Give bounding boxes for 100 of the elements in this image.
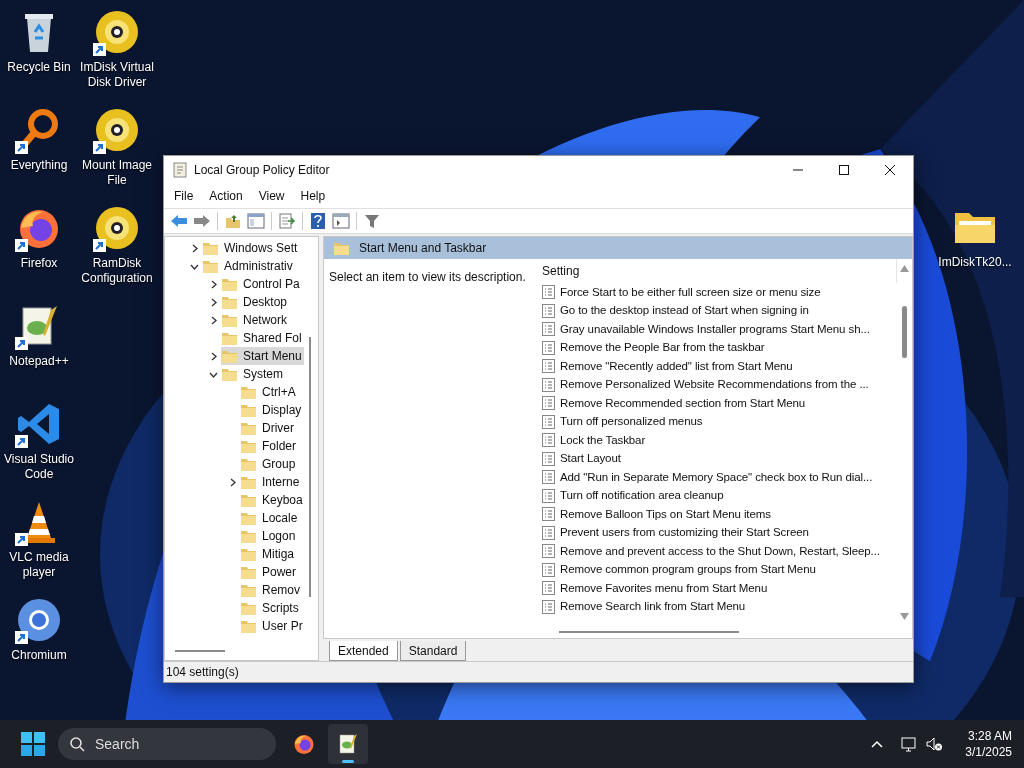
policy-setting-icon (542, 285, 555, 300)
menu-item[interactable]: Action (201, 187, 251, 205)
tree-item[interactable]: Start Menu (221, 347, 304, 365)
scrollbar-thumb[interactable] (559, 631, 739, 633)
tree-item[interactable]: Display (240, 401, 304, 419)
chevron-right-icon[interactable] (190, 243, 199, 253)
tree-item[interactable]: Desktop (221, 293, 290, 311)
chromium-icon (15, 596, 63, 644)
tree-item[interactable]: Network (221, 311, 289, 329)
menu-item[interactable]: File (166, 187, 202, 205)
menu-item[interactable]: View (250, 187, 293, 205)
tree-item[interactable]: Shared Fol (221, 329, 304, 347)
tree-item[interactable]: Interne (240, 473, 302, 491)
tree-item[interactable]: Scripts (240, 599, 301, 617)
desktop-icon-label[interactable]: Firefox (20, 256, 58, 271)
folder-icon (241, 421, 256, 435)
setting-row[interactable]: Go to the desktop instead of Start when signing in (542, 301, 897, 320)
start-button[interactable] (18, 729, 48, 759)
tree-item[interactable]: Ctrl+A (240, 383, 298, 401)
tree-item[interactable]: Administrativ (202, 257, 295, 275)
tree-item[interactable]: Remov (240, 581, 302, 599)
tree-item[interactable]: Group (240, 455, 298, 473)
desktop-icon-label[interactable]: Notepad++ (9, 354, 69, 369)
folder-icon (241, 565, 256, 579)
chevron-right-icon[interactable] (228, 477, 237, 487)
setting-row[interactable]: Remove Balloon Tips on Start Menu items (542, 505, 897, 524)
desktop-icon-label[interactable]: VLC media player (0, 550, 78, 580)
desktop-icon-label[interactable]: ImDisk Virtual Disk Driver (78, 60, 156, 90)
tree-item[interactable]: Folder (240, 437, 298, 455)
clock-date[interactable]: 3/1/2025 (965, 744, 1012, 760)
scrollbar-thumb[interactable] (902, 306, 907, 358)
chevron-right-icon[interactable] (209, 351, 218, 361)
taskbar-app[interactable] (328, 724, 368, 764)
folder-icon (241, 493, 256, 507)
policy-setting-icon (542, 488, 555, 503)
setting-row[interactable]: Remove "Recently added" list from Start Menu (542, 357, 897, 376)
network-icon[interactable] (901, 736, 919, 752)
policy-setting-icon (542, 377, 555, 392)
tree-item[interactable]: Logon (240, 527, 298, 545)
desktop-icon-label[interactable]: Chromium (11, 648, 67, 663)
show-tree-button[interactable] (245, 210, 267, 232)
desktop-icon-label[interactable]: ImDiskTk20... (938, 255, 1012, 270)
setting-row[interactable]: Remove Search link from Start Menu (542, 597, 897, 616)
policy-setting-icon (542, 562, 555, 577)
setting-row[interactable]: Remove common program groups from Start Menu (542, 560, 897, 579)
menu-item[interactable]: Help (292, 187, 334, 205)
folder-icon (222, 295, 237, 309)
setting-row[interactable]: Remove and prevent access to the Shut Down, Restart, Sleep... (542, 542, 897, 561)
setting-row[interactable]: Remove Favorites menu from Start Menu (542, 579, 897, 598)
setting-row[interactable]: Force Start to be either full screen size or menu size (542, 283, 897, 302)
scroll-up-icon[interactable] (900, 265, 909, 272)
desktop-icon-label[interactable]: Everything (10, 158, 68, 173)
folder-icon (241, 529, 256, 543)
column-header[interactable]: Setting (542, 262, 580, 280)
desktop-icon-label[interactable]: Mount Image File (78, 158, 156, 188)
tree-item[interactable]: Keyboa (240, 491, 305, 509)
policy-setting-icon (542, 599, 555, 614)
view-tab[interactable]: Standard (399, 641, 467, 661)
folder-icon (241, 583, 256, 597)
setting-row[interactable]: Lock the Taskbar (542, 431, 897, 450)
tree-item[interactable]: Control Pa (221, 275, 302, 293)
tree-item[interactable]: Locale (240, 509, 300, 527)
tree-item[interactable]: Windows Sett (202, 239, 300, 257)
tree-item[interactable]: Driver (240, 419, 296, 437)
scrollbar-thumb[interactable] (309, 337, 311, 597)
folder-icon (334, 241, 349, 255)
desktop-icon-label[interactable]: Recycle Bin (7, 60, 71, 75)
desktop-icon-label[interactable]: Visual Studio Code (0, 452, 78, 482)
policy-setting-icon (542, 359, 555, 374)
chevron-right-icon[interactable] (209, 315, 218, 325)
setting-row[interactable]: Turn off personalized menus (542, 412, 897, 431)
clock-time[interactable]: 3:28 AM (967, 728, 1012, 744)
policy-setting-icon (542, 581, 555, 596)
tree-item[interactable]: User Pr (240, 617, 305, 635)
chevron-right-icon[interactable] (209, 297, 218, 307)
tree-item[interactable]: Mitiga (240, 545, 296, 563)
export-list-button[interactable] (276, 210, 298, 232)
setting-row[interactable]: Add "Run in Separate Memory Space" check box to Run dial... (542, 468, 897, 487)
policy-setting-icon (542, 525, 555, 540)
setting-row[interactable]: Remove Personalized Website Recommendations from the ... (542, 375, 897, 394)
policy-setting-icon (542, 470, 555, 485)
setting-row[interactable]: Remove Recommended section from Start Menu (542, 394, 897, 413)
disc-icon (93, 8, 141, 56)
chevron-up-icon[interactable] (871, 740, 884, 748)
desktop-icon-label[interactable]: RamDisk Configuration (78, 256, 156, 286)
tree-item[interactable]: Power (240, 563, 298, 581)
scrollbar-thumb[interactable] (175, 650, 225, 652)
view-tab[interactable]: Extended (329, 641, 398, 661)
setting-row[interactable]: Start Layout (542, 449, 897, 468)
setting-row[interactable]: Prevent users from customizing their Start Screen (542, 523, 897, 542)
muted-speaker-icon[interactable] (926, 736, 944, 752)
tree-item[interactable]: System (221, 365, 285, 383)
setting-row[interactable]: Remove the People Bar from the taskbar (542, 338, 897, 357)
policy-setting-icon (542, 396, 555, 411)
scroll-down-icon[interactable] (900, 613, 909, 620)
policy-setting-icon (542, 544, 555, 559)
setting-row[interactable]: Turn off notification area cleanup (542, 486, 897, 505)
search-field[interactable]: Search (58, 728, 276, 760)
setting-row[interactable]: Gray unavailable Windows Installer programs Start Menu sh... (542, 320, 897, 339)
chevron-right-icon[interactable] (209, 279, 218, 289)
